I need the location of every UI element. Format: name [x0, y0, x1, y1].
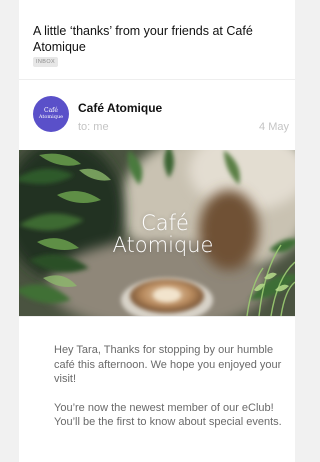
- sender-avatar[interactable]: Café Atomique: [33, 96, 69, 132]
- body-paragraph-2: You’re now the newest member of our eClu…: [54, 401, 282, 429]
- inbox-label-badge[interactable]: INBOX: [33, 57, 59, 67]
- email-date: 4 May: [259, 121, 289, 133]
- body-paragraph-1: Hey Tara, Thanks for stopping by our hum…: [54, 344, 282, 385]
- header-divider: [19, 79, 295, 80]
- sender-name[interactable]: Café Atomique: [78, 101, 162, 115]
- hero-divider: [19, 316, 295, 317]
- email-body: Hey Tara, Thanks for stopping by our hum…: [54, 343, 289, 430]
- avatar-text-line2: Atomique: [38, 114, 64, 120]
- email-view: A little ‘thanks’ from your friends at C…: [19, 0, 295, 462]
- hero-title-line2: Atomique: [112, 233, 214, 257]
- hero-image: Café Atomique: [19, 150, 295, 316]
- recipient-line[interactable]: to: me: [78, 121, 109, 133]
- email-subject: A little ‘thanks’ from your friends at C…: [33, 24, 253, 54]
- hero-title-line1: Café: [141, 211, 189, 235]
